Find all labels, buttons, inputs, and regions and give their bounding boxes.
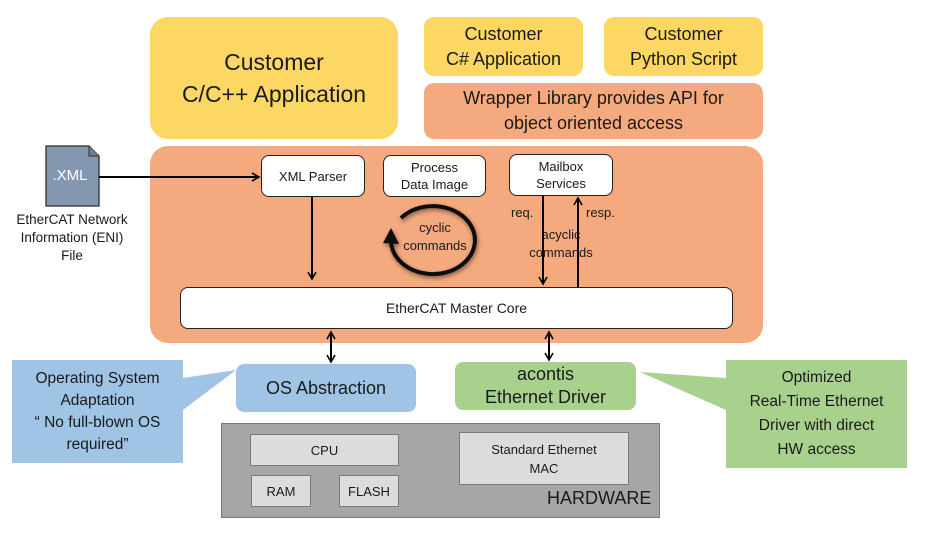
cyclic-label-line-2: commands (403, 238, 467, 253)
ethernet-driver-line-2: Ethernet Driver (484, 387, 607, 407)
python-script-line-1: Customer (644, 23, 723, 44)
os-callout-line-3: “ No full-blown OS (34, 413, 161, 431)
ram-label: RAM (266, 483, 296, 499)
ethernet-driver-line-1: acontis (516, 364, 575, 384)
c-cpp-app-line-1: Customer (224, 49, 324, 75)
eni-file-caption: EtherCAT Network Information (ENI) File (0, 210, 144, 266)
os-callout-tail (183, 370, 236, 410)
csharp-app-line-2: C# Application (445, 48, 562, 69)
eni-file-icon: .XML (45, 145, 100, 207)
csharp-app-line-1: Customer (464, 23, 543, 44)
mailbox-services-line-2: Services (536, 176, 586, 191)
wrapper-library-line-1: Wrapper Library provides API for (463, 88, 724, 108)
eni-file-extension: .XML (52, 166, 88, 184)
resp-label: resp. (586, 205, 615, 220)
acyclic-label-line-2: commands (529, 245, 593, 260)
mailbox-services-line-1: Mailbox (538, 159, 584, 174)
driver-callout-line-4: HW access (777, 441, 856, 458)
flash-label: FLASH (348, 483, 390, 499)
cyclic-label-line-1: cyclic (419, 220, 451, 235)
python-script-line-2: Python Script (629, 48, 738, 69)
process-data-image: Process Data Image (383, 155, 486, 197)
driver-callout-line-3: Driver with direct (758, 417, 875, 434)
driver-callout: Optimized Real-Time Ethernet Driver with… (726, 360, 907, 468)
os-adaptation-callout: Operating System Adaptation “ No full-bl… (12, 360, 183, 463)
eni-caption-line-1: EtherCAT Network (16, 212, 128, 227)
acyclic-commands-label: acyclic commands (515, 225, 607, 263)
mailbox-services: Mailbox Services (509, 154, 613, 196)
driver-callout-line-2: Real-Time Ethernet (749, 393, 884, 410)
cyclic-commands-label: cyclic commands (395, 218, 475, 256)
os-callout-line-1: Operating System (35, 369, 160, 387)
hardware-label: HARDWARE (547, 488, 652, 508)
os-abstraction: OS Abstraction (236, 364, 416, 412)
customer-python-script: Customer Python Script (604, 17, 763, 76)
cpu-label: CPU (310, 442, 339, 458)
hardware-flash: FLASH (339, 475, 399, 507)
customer-csharp-application: Customer C# Application (424, 17, 583, 76)
ethernet-mac-line-1: Standard Ethernet (491, 441, 597, 457)
master-core-label: EtherCAT Master Core (385, 299, 528, 316)
acyclic-label-line-1: acyclic (541, 227, 581, 242)
c-cpp-app-line-2: C/C++ Application (181, 81, 367, 107)
process-data-image-line-1: Process (411, 160, 458, 175)
os-callout-line-2: Adaptation (60, 391, 135, 409)
wrapper-library: Wrapper Library provides API for object … (424, 83, 763, 139)
ethernet-mac-line-2: MAC (529, 460, 559, 476)
wrapper-library-line-2: object oriented access (503, 113, 684, 133)
req-label: req. (511, 205, 534, 220)
eni-caption-line-3: File (61, 248, 83, 263)
customer-c-cpp-application: Customer C/C++ Application (150, 17, 398, 139)
ethernet-driver: acontis Ethernet Driver (455, 362, 636, 410)
hardware-ram: RAM (251, 475, 311, 507)
os-abstraction-label: OS Abstraction (265, 377, 387, 398)
os-callout-line-4: required” (66, 435, 129, 453)
driver-callout-line-1: Optimized (781, 369, 852, 386)
xml-parser-label: XML Parser (278, 168, 348, 184)
hardware-cpu: CPU (250, 434, 399, 466)
ethercat-master-core: EtherCAT Master Core (180, 287, 733, 329)
xml-parser: XML Parser (261, 155, 365, 197)
eni-caption-line-2: Information (ENI) (20, 230, 124, 245)
process-data-image-line-2: Data Image (400, 177, 469, 192)
hardware-ethernet-mac: Standard Ethernet MAC (459, 432, 629, 485)
driver-callout-tail (640, 372, 726, 410)
